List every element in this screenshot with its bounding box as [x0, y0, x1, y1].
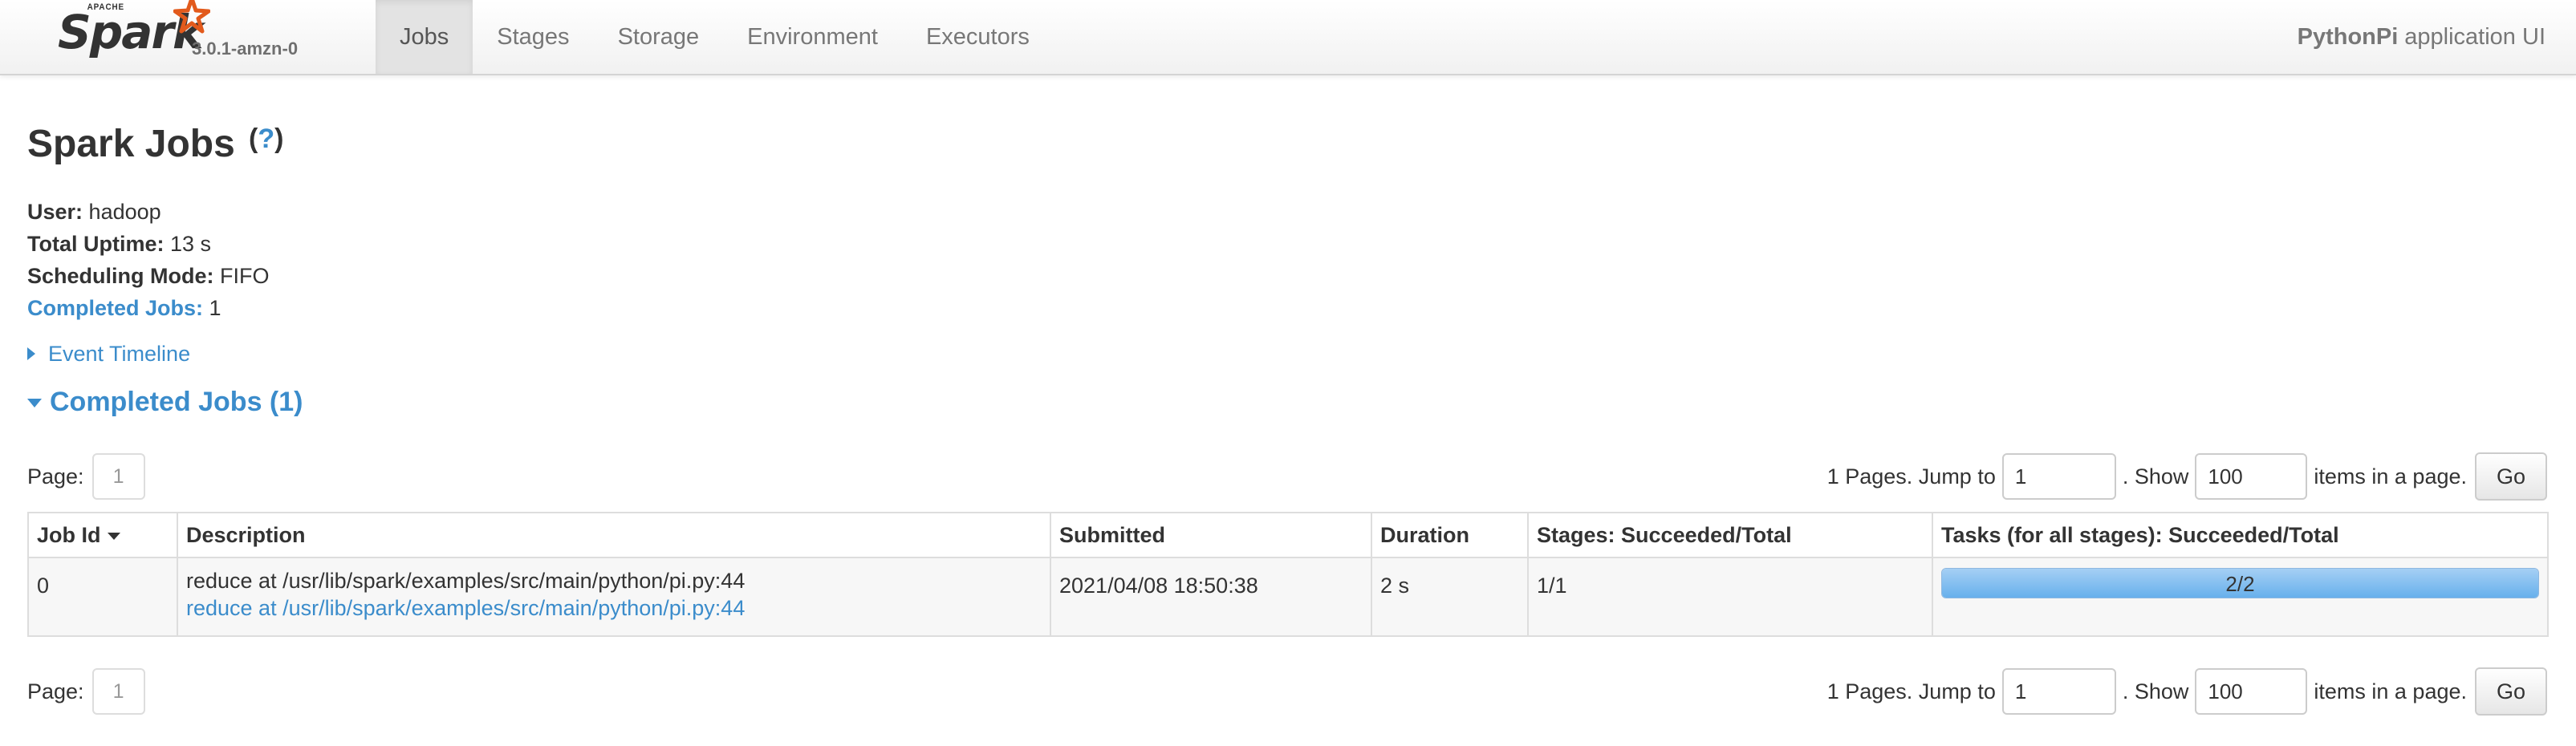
page-label: Page:	[27, 679, 84, 703]
show-label: . Show	[2122, 679, 2189, 703]
help-tooltip: (?)	[249, 124, 284, 154]
column-header-stages[interactable]: Stages: Succeeded/Total	[1527, 512, 1933, 558]
pagination-bottom-right: 1 Pages. Jump to . Show items in a page.…	[1827, 667, 2547, 716]
spark-logo[interactable]: APACHE Spark	[53, 0, 210, 64]
summary-list: User: hadoop Total Uptime: 13 s Scheduli…	[27, 196, 270, 324]
pages-jump-label: 1 Pages. Jump to	[1826, 679, 1996, 703]
summary-user: User: hadoop	[27, 196, 270, 228]
jump-to-page-input[interactable]	[2001, 453, 2116, 500]
table-header-row: Job Id Description Submitted Duration St…	[27, 512, 2549, 558]
go-button[interactable]: Go	[2475, 452, 2547, 501]
sort-desc-icon	[107, 532, 120, 540]
go-button[interactable]: Go	[2475, 667, 2547, 716]
tab-jobs[interactable]: Jobs	[376, 0, 473, 74]
completed-jobs-toggle[interactable]: Completed Jobs (1)	[27, 387, 303, 418]
summary-uptime-label: Total Uptime:	[27, 232, 165, 256]
tab-stages[interactable]: Stages	[473, 0, 593, 74]
pagination-top: Page: 1 1 Pages. Jump to . Show items in…	[27, 452, 2547, 501]
column-header-duration[interactable]: Duration	[1371, 512, 1529, 558]
tab-executors[interactable]: Executors	[902, 0, 1054, 74]
cell-job-id: 0	[27, 557, 178, 637]
summary-completed-value: 1	[209, 296, 221, 320]
cell-submitted: 2021/04/08 18:50:38	[1050, 557, 1372, 637]
page-number-button[interactable]: 1	[91, 668, 145, 715]
pagination-bottom-left: Page: 1	[27, 667, 145, 716]
cell-description: reduce at /usr/lib/spark/examples/src/ma…	[177, 557, 1051, 637]
pagination-bottom: Page: 1 1 Pages. Jump to . Show items in…	[27, 667, 2547, 716]
column-header-tasks[interactable]: Tasks (for all stages): Succeeded/Total	[1932, 512, 2549, 558]
items-per-page-label: items in a page.	[2314, 464, 2467, 489]
page-size-input[interactable]	[2195, 668, 2308, 715]
column-header-submitted[interactable]: Submitted	[1050, 512, 1372, 558]
column-header-job-id[interactable]: Job Id	[27, 512, 178, 558]
tab-environment[interactable]: Environment	[723, 0, 902, 74]
show-label: . Show	[2122, 464, 2189, 489]
items-per-page-label: items in a page.	[2314, 679, 2467, 703]
table-row: 0 reduce at /usr/lib/spark/examples/src/…	[27, 557, 2549, 637]
cell-duration: 2 s	[1371, 557, 1529, 637]
top-navbar: APACHE Spark 3.0.1-amzn-0 Jobs Stages St…	[0, 0, 2576, 75]
page-number-button[interactable]: 1	[91, 453, 145, 500]
event-timeline-toggle[interactable]: Event Timeline	[27, 342, 190, 367]
summary-completed-label: Completed Jobs:	[27, 296, 204, 320]
description-link[interactable]: reduce at /usr/lib/spark/examples/src/ma…	[186, 592, 1042, 624]
pagination-top-right: 1 Pages. Jump to . Show items in a page.…	[1827, 452, 2547, 501]
cell-stages: 1/1	[1527, 557, 1933, 637]
column-label-job-id: Job Id	[37, 522, 101, 547]
page-label: Page:	[27, 464, 84, 489]
spark-star-icon	[173, 0, 210, 34]
summary-user-value: hadoop	[88, 200, 161, 224]
tasks-progress-label: 2/2	[2225, 572, 2255, 596]
pages-jump-label: 1 Pages. Jump to	[1826, 464, 1996, 489]
event-timeline-label: Event Timeline	[48, 342, 191, 366]
help-icon[interactable]: ?	[258, 124, 274, 154]
column-header-description[interactable]: Description	[177, 512, 1051, 558]
page-title: Spark Jobs	[27, 123, 235, 165]
nav-tabs: Jobs Stages Storage Environment Executor…	[376, 0, 1054, 74]
summary-uptime-value: 13 s	[170, 232, 212, 256]
page-size-input[interactable]	[2195, 453, 2308, 500]
cell-tasks: 2/2	[1932, 557, 2549, 637]
summary-scheduling-mode: Scheduling Mode: FIFO	[27, 260, 270, 292]
application-name: PythonPi	[2297, 23, 2399, 50]
completed-jobs-table: Job Id Description Submitted Duration St…	[27, 512, 2549, 637]
completed-jobs-link[interactable]: Completed Jobs:	[27, 296, 203, 320]
tasks-progress-bar: 2/2	[1941, 568, 2539, 598]
caret-down-icon	[27, 398, 42, 407]
jump-to-page-input[interactable]	[2001, 668, 2116, 715]
caret-right-icon	[27, 347, 35, 360]
summary-uptime: Total Uptime: 13 s	[27, 228, 270, 260]
spark-version: 3.0.1-amzn-0	[192, 39, 299, 59]
summary-user-label: User:	[27, 200, 83, 224]
summary-mode-value: FIFO	[220, 264, 270, 288]
summary-mode-label: Scheduling Mode:	[27, 264, 214, 288]
tab-storage[interactable]: Storage	[594, 0, 724, 74]
completed-jobs-heading: Completed Jobs (1)	[50, 387, 303, 417]
pagination-top-left: Page: 1	[27, 452, 145, 501]
application-suffix: application UI	[2404, 23, 2546, 50]
application-title: PythonPi application UI	[2298, 0, 2546, 74]
summary-completed-jobs: Completed Jobs: 1	[27, 292, 270, 324]
spark-brand[interactable]: APACHE Spark 3.0.1-amzn-0	[53, 0, 326, 74]
